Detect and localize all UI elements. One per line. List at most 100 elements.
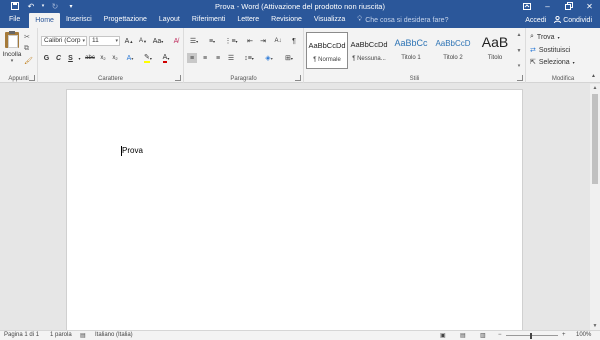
font-name-select[interactable]: Calibri (Corp ▾ <box>41 36 87 46</box>
document-text[interactable]: Prova <box>122 146 143 155</box>
show-marks-icon[interactable]: ¶ <box>289 36 299 46</box>
find-label: Trova <box>536 33 555 41</box>
line-spacing-icon[interactable]: ↕≡ ▾ <box>241 53 257 63</box>
tab-review[interactable]: Revisione <box>265 12 308 28</box>
borders-icon[interactable]: ⊞ ▾ <box>281 53 297 63</box>
style-title[interactable]: AaB Titolo <box>474 32 516 69</box>
close-icon[interactable]: ✕ <box>579 0 600 12</box>
undo-icon[interactable]: ↶ <box>24 0 38 12</box>
find-button[interactable]: ⌕ Trova ▾ <box>530 32 560 42</box>
subscript-icon[interactable]: x2 <box>98 53 108 63</box>
ribbon: Incolla ▾ ✂ ⧉ 🖌︎ Appunti Carattere Calib… <box>0 28 600 83</box>
tab-mailings[interactable]: Lettere <box>231 12 265 28</box>
style-no-spacing[interactable]: AaBbCcDd ¶ Nessuna... <box>348 32 390 69</box>
font-color-icon[interactable]: A ▾ <box>159 53 173 63</box>
font-size-value: 11 <box>92 37 99 44</box>
tab-home[interactable]: Home <box>29 13 60 28</box>
format-painter-icon[interactable]: 🖌︎ <box>24 57 33 65</box>
style-heading-2[interactable]: AaBbCcD Titolo 2 <box>432 32 474 69</box>
search-icon: ⌕ <box>530 33 534 40</box>
text-effects-icon[interactable]: A ▾ <box>124 53 136 63</box>
print-layout-icon[interactable]: ▤ <box>460 332 466 339</box>
grow-font-icon[interactable]: A ▲ <box>123 36 135 46</box>
underline-button[interactable]: S <box>66 53 75 63</box>
shading-icon[interactable]: ◈ ▾ <box>261 53 277 63</box>
italic-button[interactable]: C <box>54 53 63 63</box>
style-sample: AaBbCcD <box>435 39 471 48</box>
shrink-font-icon[interactable]: A ▼ <box>137 36 149 46</box>
increase-indent-icon[interactable]: ⇥ <box>258 36 268 46</box>
font-size-select[interactable]: 11 ▾ <box>89 36 120 46</box>
redo-icon[interactable]: ↻ <box>48 0 62 12</box>
zoom-in-icon[interactable]: + <box>562 332 566 338</box>
sort-icon[interactable]: A↓ <box>273 36 283 46</box>
select-button[interactable]: ⇱ Seleziona ▾ <box>530 57 575 67</box>
more-styles-icon[interactable]: ▾ <box>518 63 521 69</box>
tab-insert[interactable]: Inserisci <box>60 12 98 28</box>
proofing-icon[interactable]: ▤ <box>80 332 86 339</box>
signin-link[interactable]: Accedi <box>525 17 546 24</box>
justify-icon[interactable]: ☰ <box>226 53 236 63</box>
tab-file[interactable]: File <box>0 12 29 28</box>
minimize-icon[interactable]: – <box>537 0 558 12</box>
document-page[interactable] <box>67 90 522 330</box>
copy-icon[interactable]: ⧉ <box>24 45 32 53</box>
ribbon-tabs: File Home Inserisci Progettazione Layout… <box>0 12 600 28</box>
restore-icon[interactable] <box>558 0 579 12</box>
collapse-ribbon-icon[interactable]: ▲ <box>591 73 596 79</box>
chevron-down-icon: ▾ <box>557 34 560 40</box>
scroll-up-icon[interactable]: ▲ <box>591 85 599 91</box>
tab-references[interactable]: Riferimenti <box>186 12 231 28</box>
paste-icon <box>5 31 19 48</box>
chevron-down-icon[interactable]: ▼ <box>517 48 522 54</box>
strikethrough-icon[interactable]: abc <box>84 53 96 63</box>
web-layout-icon[interactable]: ▥ <box>480 332 486 339</box>
decrease-indent-icon[interactable]: ⇤ <box>245 36 255 46</box>
chevron-up-icon[interactable]: ▲ <box>517 32 522 38</box>
tab-view[interactable]: Visualizza <box>308 12 351 28</box>
chevron-down-icon: ▾ <box>82 38 85 44</box>
customize-qat-icon[interactable]: ▾ <box>64 0 78 12</box>
bullets-icon[interactable]: ☰ ▾ <box>187 36 201 46</box>
superscript-icon[interactable]: x2 <box>110 53 120 63</box>
zoom-level[interactable]: 100% <box>576 332 591 338</box>
underline-dropdown-icon[interactable]: ▾ <box>77 53 82 63</box>
scroll-thumb[interactable] <box>592 94 598 184</box>
styles-launcher-icon[interactable] <box>517 75 523 81</box>
paste-label: Incolla <box>2 51 22 58</box>
align-right-icon[interactable]: ≡ <box>213 53 223 63</box>
change-case-icon[interactable]: Aa ▾ <box>151 36 165 46</box>
tab-design[interactable]: Progettazione <box>98 12 153 28</box>
zoom-out-icon[interactable]: − <box>498 332 502 338</box>
tell-me-box[interactable]: 💡︎ Che cosa si desidera fare? <box>351 12 454 28</box>
word-count[interactable]: 1 parola <box>50 332 72 338</box>
align-center-icon[interactable]: ≡ <box>200 53 210 63</box>
font-launcher-icon[interactable] <box>175 75 181 81</box>
multilevel-list-icon[interactable]: ⋮≡ ▾ <box>223 36 239 46</box>
ribbon-display-icon[interactable] <box>516 0 537 12</box>
read-mode-icon[interactable]: ▣ <box>440 332 446 339</box>
clipboard-launcher-icon[interactable] <box>29 75 35 81</box>
clear-formatting-icon[interactable]: A̸ <box>171 36 181 46</box>
save-icon[interactable] <box>8 0 22 12</box>
paragraph-launcher-icon[interactable] <box>295 75 301 81</box>
language-label[interactable]: Italiano (Italia) <box>95 332 133 338</box>
cut-icon[interactable]: ✂ <box>24 33 32 41</box>
bold-button[interactable]: G <box>42 53 51 63</box>
replace-button[interactable]: ⇄ Sostituisci <box>530 45 570 55</box>
chevron-down-icon[interactable]: ▾ <box>40 0 46 12</box>
tab-layout[interactable]: Layout <box>153 12 186 28</box>
zoom-slider[interactable] <box>506 335 558 336</box>
style-heading-1[interactable]: AaBbCc Titolo 1 <box>390 32 432 69</box>
page-count[interactable]: Pagina 1 di 1 <box>4 332 39 338</box>
align-left-icon[interactable]: ≡ <box>187 53 197 63</box>
vertical-scrollbar[interactable]: ▲ ▼ <box>590 84 600 330</box>
scroll-down-icon[interactable]: ▼ <box>591 323 599 329</box>
numbering-icon[interactable]: ≡ ▾ <box>205 36 219 46</box>
styles-scroll[interactable]: ▲ ▼ ▾ <box>515 32 523 69</box>
paste-button[interactable]: Incolla ▾ <box>2 30 22 66</box>
share-button[interactable]: Condividi <box>554 15 592 25</box>
zoom-slider-thumb[interactable] <box>530 333 532 339</box>
highlight-color-icon[interactable]: ✎ ▾ <box>141 53 155 63</box>
style-normal[interactable]: AaBbCcDd ¶ Normale <box>306 32 348 69</box>
